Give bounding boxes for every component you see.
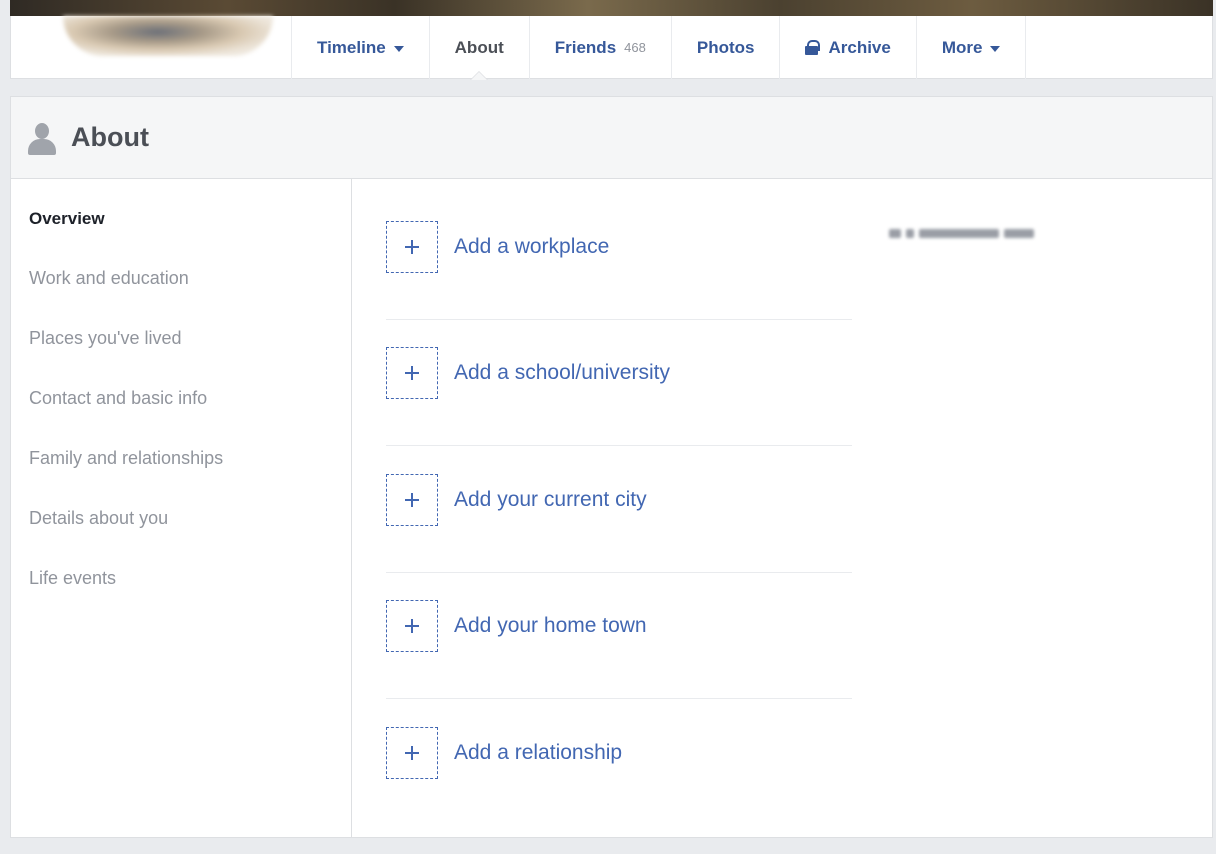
sidebar-item-life-events[interactable]: Life events <box>29 568 116 589</box>
tab-more-label: More <box>941 37 983 57</box>
sidebar-item-overview[interactable]: Overview <box>29 209 105 229</box>
tab-about-label: About <box>454 37 504 57</box>
plus-box <box>386 727 438 779</box>
sidebar-item-contact-info[interactable]: Contact and basic info <box>29 388 207 409</box>
tab-friends-label: Friends <box>554 37 617 57</box>
add-school-label: Add a school/university <box>454 361 670 384</box>
redacted-info <box>889 222 1059 244</box>
active-tab-indicator <box>470 71 489 80</box>
tab-archive-label: Archive <box>828 37 891 57</box>
plus-icon <box>405 619 419 633</box>
plus-box <box>386 600 438 652</box>
tab-about[interactable]: About <box>430 16 530 80</box>
about-sidebar: Overview Work and education Places you'v… <box>11 179 352 838</box>
divider <box>386 445 852 446</box>
plus-icon <box>405 240 419 254</box>
plus-icon <box>405 493 419 507</box>
divider <box>386 319 852 320</box>
add-workplace-button[interactable]: Add a workplace <box>386 221 852 273</box>
plus-box <box>386 347 438 399</box>
person-icon <box>27 121 57 155</box>
sidebar-item-details-about-you[interactable]: Details about you <box>29 508 168 529</box>
tab-timeline[interactable]: Timeline <box>292 16 430 79</box>
profile-nav-bar: Timeline About Friends 468 Photos Archiv… <box>10 16 1213 80</box>
sidebar-item-family-relationships[interactable]: Family and relationships <box>29 448 223 469</box>
add-home-town-label: Add your home town <box>454 614 647 637</box>
about-body: Overview Work and education Places you'v… <box>11 179 1212 838</box>
about-header: About <box>11 97 1212 179</box>
chevron-down-icon <box>990 45 1001 52</box>
friends-count: 468 <box>624 40 646 55</box>
add-current-city-button[interactable]: Add your current city <box>386 474 852 526</box>
add-relationship-button[interactable]: Add a relationship <box>386 727 852 779</box>
plus-box <box>386 474 438 526</box>
divider <box>386 698 852 699</box>
add-school-button[interactable]: Add a school/university <box>386 347 852 399</box>
tab-friends[interactable]: Friends 468 <box>530 16 672 79</box>
tab-archive[interactable]: Archive <box>780 16 917 79</box>
add-home-town-button[interactable]: Add your home town <box>386 600 852 652</box>
tab-photos-label: Photos <box>696 37 755 57</box>
add-current-city-label: Add your current city <box>454 488 647 511</box>
profile-picture[interactable] <box>63 16 273 56</box>
chevron-down-icon <box>393 45 404 52</box>
page-title: About <box>71 122 149 152</box>
about-card: About Overview Work and education Places… <box>10 96 1213 838</box>
add-relationship-label: Add a relationship <box>454 741 623 764</box>
divider <box>386 572 852 573</box>
tab-photos[interactable]: Photos <box>672 16 781 79</box>
add-workplace-label: Add a workplace <box>454 235 610 258</box>
sidebar-item-work-education[interactable]: Work and education <box>29 268 189 289</box>
profile-tabs: Timeline About Friends 468 Photos Archiv… <box>291 16 1027 80</box>
sidebar-item-places-lived[interactable]: Places you've lived <box>29 328 182 349</box>
lock-icon <box>805 40 821 55</box>
plus-box <box>386 221 438 273</box>
plus-icon <box>405 366 419 380</box>
tab-more[interactable]: More <box>917 16 1027 79</box>
tab-timeline-label: Timeline <box>317 37 386 57</box>
plus-icon <box>405 746 419 760</box>
